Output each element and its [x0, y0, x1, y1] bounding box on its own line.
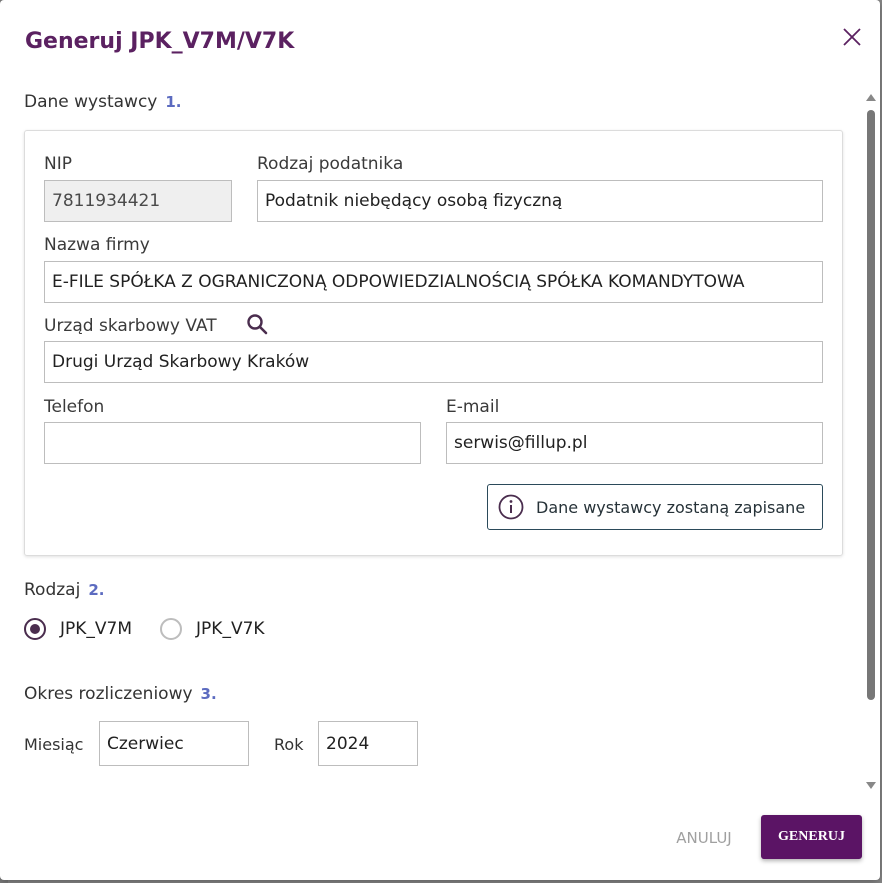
type-radio-group: JPK_V7M JPK_V7K — [24, 618, 293, 640]
radio-jpk-v7m-label: JPK_V7M — [60, 619, 133, 639]
type-section-title: Rodzaj 2. — [24, 580, 104, 600]
radio-jpk-v7k[interactable]: JPK_V7K — [160, 618, 265, 640]
tax-office-field[interactable]: Drugi Urząd Skarbowy Kraków — [44, 341, 823, 383]
radio-jpk-v7m[interactable]: JPK_V7M — [24, 618, 132, 640]
dialog-content[interactable]: Dane wystawcy 1. NIP 7811934421 Rodzaj po… — [0, 80, 862, 800]
nip-field: 7811934421 — [44, 180, 232, 222]
step-1-badge: 1. — [165, 93, 182, 111]
radio-selected-indicator[interactable] — [24, 618, 46, 640]
tax-office-search-button[interactable] — [246, 313, 268, 335]
cancel-button[interactable]: ANULUJ — [660, 818, 748, 858]
period-section-label: Okres rozliczeniowy — [24, 684, 193, 704]
radio-jpk-v7k-label: JPK_V7K — [196, 619, 265, 639]
issuer-section-label: Dane wystawcy — [24, 92, 158, 112]
search-icon — [247, 314, 268, 335]
type-section-label: Rodzaj — [24, 580, 81, 600]
nip-label: NIP — [44, 154, 72, 174]
month-select[interactable]: Czerwiec — [99, 721, 249, 766]
scroll-up-arrow[interactable] — [866, 94, 876, 101]
close-icon — [843, 28, 861, 46]
step-3-badge: 3. — [200, 685, 217, 703]
tax-office-label: Urząd skarbowy VAT — [44, 316, 217, 336]
company-name-field[interactable]: E-FILE SPÓŁKA Z OGRANICZONĄ ODPOWIEDZIAL… — [44, 261, 823, 303]
step-2-badge: 2. — [88, 581, 105, 599]
info-icon — [498, 494, 524, 520]
scroll-down-arrow[interactable] — [866, 782, 876, 789]
content-fade — [0, 780, 862, 800]
taxpayer-type-field[interactable]: Podatnik niebędący osobą fizyczną — [257, 180, 823, 222]
close-button[interactable] — [840, 25, 864, 49]
generate-button[interactable]: GENERUJ — [761, 815, 862, 859]
issuer-saved-notice-text: Dane wystawcy zostaną zapisane — [536, 497, 806, 517]
phone-field[interactable] — [44, 422, 421, 464]
year-field[interactable]: 2024 — [318, 721, 418, 766]
email-field[interactable]: serwis@fillup.pl — [446, 422, 823, 464]
email-label: E-mail — [446, 397, 500, 417]
month-label: Miesiąc — [24, 735, 84, 754]
issuer-section-title: Dane wystawcy 1. — [24, 92, 182, 112]
generate-jpk-dialog: Generuj JPK_V7M/V7K Dane wystawcy 1. NIP … — [0, 0, 880, 880]
issuer-saved-notice: Dane wystawcy zostaną zapisane — [487, 484, 823, 530]
period-section-title: Okres rozliczeniowy 3. — [24, 684, 217, 704]
dialog-title: Generuj JPK_V7M/V7K — [25, 29, 295, 54]
phone-label: Telefon — [44, 397, 105, 417]
scrollbar-thumb[interactable] — [867, 110, 875, 700]
radio-unselected-indicator[interactable] — [160, 618, 183, 640]
issuer-card: NIP 7811934421 Rodzaj podatnika Podatnik… — [24, 130, 843, 556]
dialog-scrollbar[interactable] — [862, 88, 880, 800]
year-label: Rok — [274, 735, 304, 754]
taxpayer-type-label: Rodzaj podatnika — [257, 154, 404, 174]
company-name-label: Nazwa firmy — [44, 235, 150, 255]
